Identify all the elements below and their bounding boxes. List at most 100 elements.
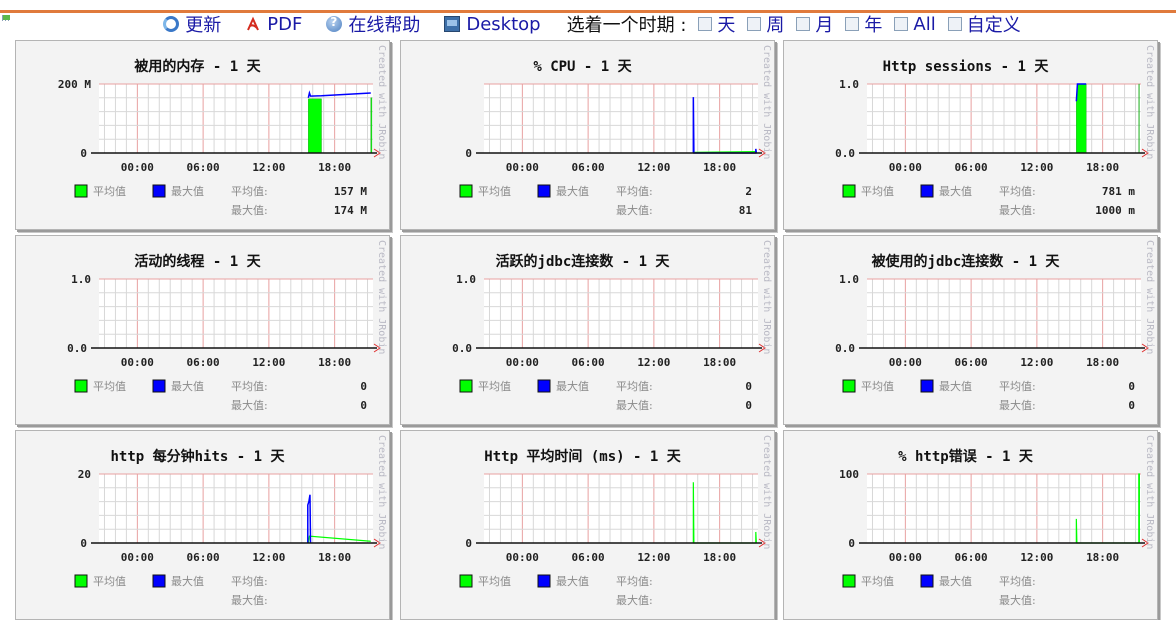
chart-panel[interactable]: 被用的内存 - 1 天 200 M 0 00:00 06:00 12:00 18:00 Cre… <box>15 40 390 230</box>
avg-stat-label: 平均值: <box>616 380 653 393</box>
period-day[interactable]: 天 <box>694 11 735 37</box>
y-tick-label: 0.0 <box>835 342 855 355</box>
refresh-link[interactable]: 更新 <box>163 11 221 37</box>
calendar-day-icon <box>698 17 713 31</box>
avg-stat-value: 2 <box>745 185 752 198</box>
avg-stat-value: 781 m <box>1102 185 1135 198</box>
chart-panel[interactable]: 活动的线程 - 1 天 1.0 0.0 00:00 06:00 12:00 18:00 Cre… <box>15 235 390 425</box>
avg-stat-label: 平均值: <box>616 575 653 588</box>
legend-max-swatch <box>537 574 551 588</box>
chart-svg: http 每分钟hits - 1 天20000:00 06:00 12:00 18:0… <box>74 435 387 607</box>
avg-stat-value: 0 <box>360 380 367 393</box>
x-tick-label: 06:00 <box>187 161 220 174</box>
legend-max-swatch <box>152 379 166 393</box>
avg-stat-label: 平均值: <box>231 575 268 588</box>
x-tick-label: 00:00 <box>506 551 539 564</box>
x-tick-label: 12:00 <box>1020 356 1053 369</box>
pdf-icon <box>245 16 261 32</box>
y-tick-label: 0 <box>465 147 472 160</box>
max-stat-label: 最大值: <box>999 398 1036 412</box>
chart-panel[interactable]: Http sessions - 1 天 1.0 0.0 00:00 06:00 12:00… <box>783 40 1158 230</box>
period-month[interactable]: 月 <box>792 11 833 37</box>
avg-stat-label: 平均值: <box>616 185 653 198</box>
period-week[interactable]: 周 <box>743 11 784 37</box>
period-all[interactable]: All <box>890 13 936 35</box>
legend-avg-label: 平均值 <box>93 185 126 198</box>
period-custom[interactable]: 自定义 <box>944 11 1021 37</box>
x-tick-label: 18:00 <box>703 356 736 369</box>
period-day-label: 天 <box>717 15 736 36</box>
max-stat-label: 最大值: <box>999 593 1036 607</box>
avg-stat-value: 0 <box>745 380 752 393</box>
legend-avg-label: 平均值 <box>93 380 126 393</box>
x-tick-label: 00:00 <box>121 356 154 369</box>
chart-panel[interactable]: % http错误 - 1 天 100 0 00:00 06:00 12:00 18:00 Cr… <box>783 430 1158 620</box>
legend-max-swatch <box>537 379 551 393</box>
legend-max-label: 最大值 <box>556 379 589 393</box>
legend-max-label: 最大值 <box>556 184 589 198</box>
legend-avg-swatch <box>842 184 856 198</box>
x-tick-label: 00:00 <box>121 551 154 564</box>
legend-max-label: 最大值 <box>939 184 972 198</box>
chart-title: 活跃的jdbc连接数 - 1 天 <box>496 253 671 270</box>
jrobin-watermark: Created with JRobin <box>761 240 772 354</box>
x-tick-label: 18:00 <box>1086 356 1119 369</box>
legend-avg-swatch <box>459 184 473 198</box>
chart-svg: 被用的内存 - 1 天 200 M 0 00:00 06:00 12:00 18:00 Cre… <box>58 45 387 217</box>
max-stat-label: 最大值: <box>999 203 1036 217</box>
toolbar: 更新 PDF 在线帮助 Desktop 选着一个时期 : 天 周 月 年 All… <box>0 10 1176 38</box>
max-stat-label: 最大值: <box>616 593 653 607</box>
legend-max-swatch <box>152 574 166 588</box>
x-tick-label: 18:00 <box>318 551 351 564</box>
chart-title: % http错误 - 1 天 <box>898 448 1034 465</box>
chart-panel[interactable]: Http 平均时间 (ms) - 1 天 0 00:00 06:00 12:00 18:0… <box>400 430 775 620</box>
x-tick-label: 06:00 <box>187 356 220 369</box>
legend-avg-label: 平均值 <box>861 575 894 588</box>
y-tick-label: 200 M <box>58 78 91 91</box>
y-tick-label: 1.0 <box>839 273 859 286</box>
legend-max-swatch <box>920 574 934 588</box>
chart-svg: Http 平均时间 (ms) - 1 天000:00 06:00 12:00 18:0… <box>459 435 772 607</box>
legend-avg-label: 平均值 <box>861 380 894 393</box>
max-stat-value: 1000 m <box>1095 204 1135 217</box>
help-link[interactable]: 在线帮助 <box>326 11 420 37</box>
x-tick-label: 18:00 <box>703 551 736 564</box>
chart-panel[interactable]: % CPU - 1 天 0 00:00 06:00 12:00 18:00 Created … <box>400 40 775 230</box>
max-stat-value: 0 <box>745 399 752 412</box>
max-stat-label: 最大值: <box>616 203 653 217</box>
avg-stat-label: 平均值: <box>999 185 1036 198</box>
chart-title: 被使用的jdbc连接数 - 1 天 <box>872 253 1061 270</box>
avg-stat-value: 157 M <box>334 185 367 198</box>
x-tick-label: 00:00 <box>506 161 539 174</box>
period-all-label: All <box>913 13 936 35</box>
x-tick-label: 06:00 <box>955 161 988 174</box>
avg-stat-label: 平均值: <box>999 575 1036 588</box>
legend-avg-swatch <box>842 379 856 393</box>
chart-panel[interactable]: 活跃的jdbc连接数 - 1 天 1.0 0.0 00:00 06:00 12:00 18:… <box>400 235 775 425</box>
legend-max-swatch <box>537 184 551 198</box>
chart-panel[interactable]: 被使用的jdbc连接数 - 1 天 1.0 0.0 00:00 06:00 12:00 18… <box>783 235 1158 425</box>
pdf-label: PDF <box>267 13 303 35</box>
legend-avg-label: 平均值 <box>861 185 894 198</box>
jrobin-watermark: Created with JRobin <box>1144 45 1155 159</box>
max-stat-value: 174 M <box>334 204 367 217</box>
legend-max-swatch <box>152 184 166 198</box>
pdf-link[interactable]: PDF <box>245 14 302 35</box>
jrobin-watermark: Created with JRobin <box>376 435 387 549</box>
refresh-icon <box>163 16 180 32</box>
desktop-link[interactable]: Desktop <box>444 13 541 35</box>
legend-avg-swatch <box>74 184 88 198</box>
period-year[interactable]: 年 <box>841 11 882 37</box>
chart-panel[interactable]: http 每分钟hits - 1 天 20 0 00:00 06:00 12:00 18:0… <box>15 430 390 620</box>
legend-avg-label: 平均值 <box>478 575 511 588</box>
period-week-label: 周 <box>766 15 785 36</box>
legend-max-swatch <box>920 379 934 393</box>
desktop-label: Desktop <box>466 13 541 35</box>
x-tick-label: 00:00 <box>889 161 922 174</box>
series-avg-line <box>693 151 756 153</box>
jrobin-watermark: Created with JRobin <box>761 435 772 549</box>
x-tick-label: 00:00 <box>889 356 922 369</box>
jrobin-watermark: Created with JRobin <box>376 240 387 354</box>
y-tick-label: 0.0 <box>67 342 87 355</box>
period-year-label: 年 <box>864 15 883 36</box>
